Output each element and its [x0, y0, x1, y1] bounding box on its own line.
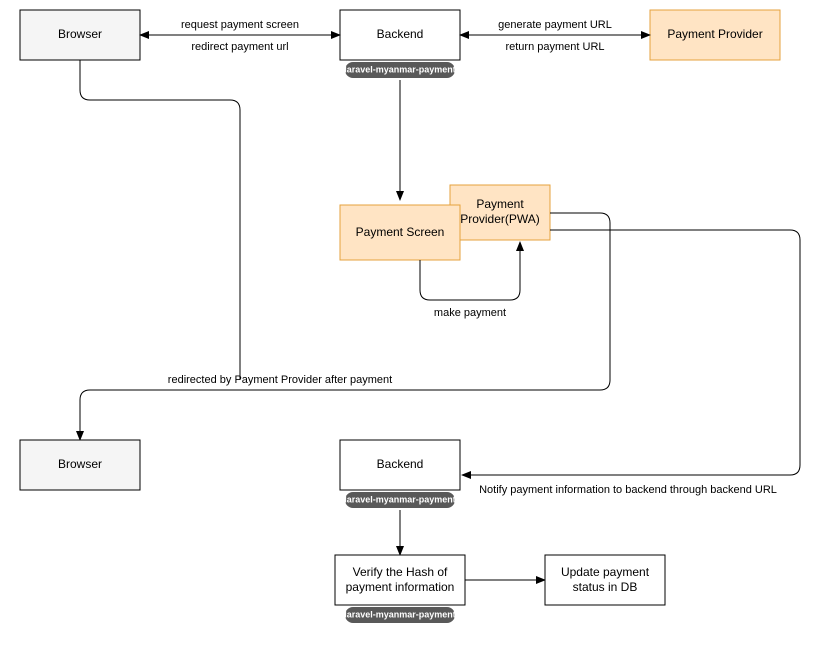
flow-diagram: Browser Backend laravel-myanmar-payment … [0, 0, 818, 662]
node-browser-2: Browser [20, 440, 140, 490]
edge-ret-url: return payment URL [505, 41, 604, 53]
label-update-l2: status in DB [573, 580, 638, 594]
node-provider-pwa: Payment Provider(PWA) [450, 185, 550, 240]
node-payment-screen: Payment Screen [340, 205, 460, 260]
label-verify-l1: Verify the Hash of [353, 565, 448, 579]
label-update-l1: Update payment [561, 565, 650, 579]
node-backend-2: Backend laravel-myanmar-payment [340, 440, 460, 508]
label-provider: Payment Provider [667, 27, 762, 41]
pill-label-1: laravel-myanmar-payment [344, 64, 456, 74]
label-pwa-l2: Provider(PWA) [460, 212, 540, 226]
edge-browser-backend: request payment screen redirect payment … [140, 19, 340, 53]
pill-label-3: laravel-myanmar-payment [344, 609, 456, 619]
label-browser2: Browser [58, 457, 102, 471]
edge-notify-label: Notify payment information to backend th… [479, 484, 777, 496]
edge-req-screen: request payment screen [181, 19, 299, 31]
label-payment-screen: Payment Screen [356, 225, 445, 239]
edge-redirected-label: redirected by Payment Provider after pay… [168, 374, 392, 386]
label-backend1: Backend [377, 27, 424, 41]
edge-gen-url: generate payment URL [498, 19, 612, 31]
node-browser-1: Browser [20, 10, 140, 60]
label-browser1: Browser [58, 27, 102, 41]
label-pwa-l1: Payment [476, 197, 524, 211]
edge-make-payment-label: make payment [434, 307, 506, 319]
node-update-status: Update payment status in DB [545, 555, 665, 605]
node-backend-1: Backend laravel-myanmar-payment [340, 10, 460, 78]
node-payment-provider: Payment Provider [650, 10, 780, 60]
edge-notify [462, 230, 800, 475]
pill-label-2: laravel-myanmar-payment [344, 494, 456, 504]
edge-backend-provider: generate payment URL return payment URL [460, 19, 650, 53]
edge-redirect-url: redirect payment url [191, 41, 288, 53]
edge-browser1-down [80, 60, 240, 380]
node-verify-hash: Verify the Hash of payment information l… [335, 555, 465, 623]
label-backend2: Backend [377, 457, 424, 471]
label-verify-l2: payment information [346, 580, 455, 594]
